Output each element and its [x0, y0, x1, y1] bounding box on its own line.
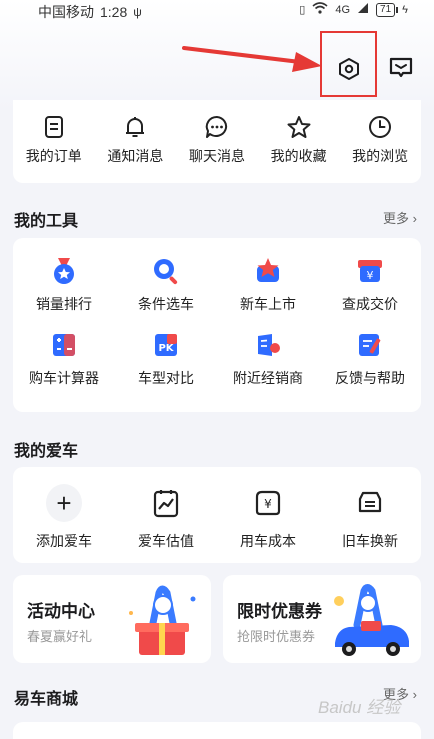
promo-title: 活动中心 — [27, 602, 95, 621]
car-coupon-icon — [334, 584, 409, 656]
car-item-label: 添加爱车 — [36, 533, 92, 549]
store-section-title: 易车商城 — [14, 691, 79, 708]
tool-compare[interactable]: PK 车型对比 — [115, 330, 217, 388]
tools-more-link[interactable]: 更多 › — [383, 208, 417, 227]
network-type: 4G — [335, 3, 351, 16]
pk-compare-icon: PK — [155, 334, 177, 356]
settings-button[interactable] — [330, 52, 368, 86]
promo-subtitle: 抢限时优惠券 — [237, 629, 316, 644]
carrier-name: 中国移动 — [38, 4, 94, 20]
medal-icon — [54, 258, 74, 284]
signal-icon — [357, 2, 369, 17]
promo-coupons[interactable]: 限时优惠券 抢限时优惠券 — [223, 575, 421, 663]
star-icon — [287, 116, 311, 138]
tool-label: 购车计算器 — [29, 370, 99, 386]
tool-label: 新车上市 — [240, 296, 296, 312]
bell-icon — [126, 117, 145, 137]
tool-filter-cars[interactable]: 条件选车 — [115, 256, 217, 314]
promo-subtitle: 春夏赢好礼 — [27, 629, 93, 644]
tool-new-cars[interactable]: 新车上市 — [217, 256, 319, 314]
tool-calculator[interactable]: 购车计算器 — [13, 330, 115, 388]
tool-feedback[interactable]: 反馈与帮助 — [319, 330, 421, 388]
car-item-label: 旧车换新 — [342, 533, 398, 549]
valuation-chart-icon — [153, 490, 179, 518]
quick-actions-card: 我的订单 通知消息 聊天消息 我的收藏 我的浏览 — [13, 100, 421, 183]
status-bar: 中国移动 1:28 ψ ▯ 4G 71 ϟ — [0, 0, 434, 22]
settings-hexagon-icon — [339, 58, 359, 80]
calculator-icon — [53, 334, 75, 356]
clock-time: 1:28 — [100, 4, 128, 20]
promo-activity-center[interactable]: 活动中心 春夏赢好礼 — [13, 575, 211, 663]
clock-icon — [369, 116, 392, 138]
battery-level: 71 — [376, 2, 399, 17]
tool-label: 销量排行 — [36, 296, 92, 312]
store-card — [13, 722, 421, 739]
feedback-icon — [359, 334, 381, 356]
tool-label: 车型对比 — [138, 370, 194, 386]
flash-icon: ϟ — [402, 3, 408, 16]
wifi-icon — [312, 2, 328, 17]
usb-icon: ψ — [133, 5, 142, 19]
tool-label: 附近经销商 — [233, 370, 303, 386]
more-label: 更多 — [383, 211, 410, 226]
tool-sales-ranking[interactable]: 销量排行 — [13, 256, 115, 314]
order-list-icon — [44, 116, 63, 138]
message-button[interactable] — [383, 50, 419, 86]
quick-item-label: 通知消息 — [107, 148, 164, 164]
car-item-label: 爱车估值 — [138, 533, 194, 549]
svg-text:PK: PK — [158, 343, 174, 354]
promo-title: 限时优惠券 — [237, 602, 322, 621]
new-car-star-icon — [257, 258, 279, 282]
watermark: Baidu 经验 — [318, 698, 401, 717]
car-trade-in-icon — [358, 491, 382, 513]
tool-deal-price[interactable]: ¥ 查成交价 — [319, 256, 421, 314]
tools-card: 销量排行 条件选车 新车上市 ¥ 查成交价 购车计算器 PK 车型对比 附近经销… — [13, 238, 421, 412]
car-add[interactable]: + 添加爱车 — [13, 484, 115, 551]
car-trade-in[interactable]: 旧车换新 — [319, 485, 421, 551]
quick-item-label: 我的订单 — [25, 148, 82, 164]
my-car-section-title: 我的爱车 — [14, 443, 79, 460]
svg-text:¥: ¥ — [367, 269, 374, 282]
message-icon — [389, 57, 413, 78]
my-car-card: + 添加爱车 爱车估值 ¥ 用车成本 旧车换新 — [13, 467, 421, 563]
magnifier-icon — [154, 259, 178, 285]
tool-label: 反馈与帮助 — [335, 370, 405, 386]
chevron-right-icon: › — [412, 211, 417, 226]
tool-dealers[interactable]: 附近经销商 — [217, 330, 319, 388]
quick-item-chat[interactable]: 聊天消息 — [177, 114, 257, 166]
price-yen-icon: ¥ — [358, 260, 382, 282]
svg-text:¥: ¥ — [264, 497, 272, 511]
quick-item-label: 我的浏览 — [352, 148, 409, 164]
plus-icon: + — [46, 484, 82, 522]
car-item-label: 用车成本 — [240, 533, 296, 549]
tools-section-title: 我的工具 — [14, 213, 79, 230]
quick-item-orders[interactable]: 我的订单 — [14, 114, 94, 166]
quick-item-label: 聊天消息 — [188, 148, 245, 164]
quick-item-label: 我的收藏 — [270, 148, 327, 164]
tool-label: 查成交价 — [342, 296, 398, 312]
quick-item-history[interactable]: 我的浏览 — [340, 114, 420, 166]
chat-bubble-icon — [205, 115, 228, 138]
vibrate-icon: ▯ — [299, 4, 306, 16]
annotation-arrow — [182, 46, 322, 72]
chevron-right-icon: › — [412, 687, 417, 702]
gift-box-icon — [129, 585, 196, 655]
tool-label: 条件选车 — [138, 296, 194, 312]
dealer-location-icon — [258, 334, 280, 356]
car-cost-yen-icon: ¥ — [255, 490, 281, 516]
car-valuation[interactable]: 爱车估值 — [115, 485, 217, 551]
car-cost[interactable]: ¥ 用车成本 — [217, 485, 319, 551]
quick-item-favorites[interactable]: 我的收藏 — [259, 114, 339, 166]
quick-item-notifications[interactable]: 通知消息 — [95, 114, 175, 166]
